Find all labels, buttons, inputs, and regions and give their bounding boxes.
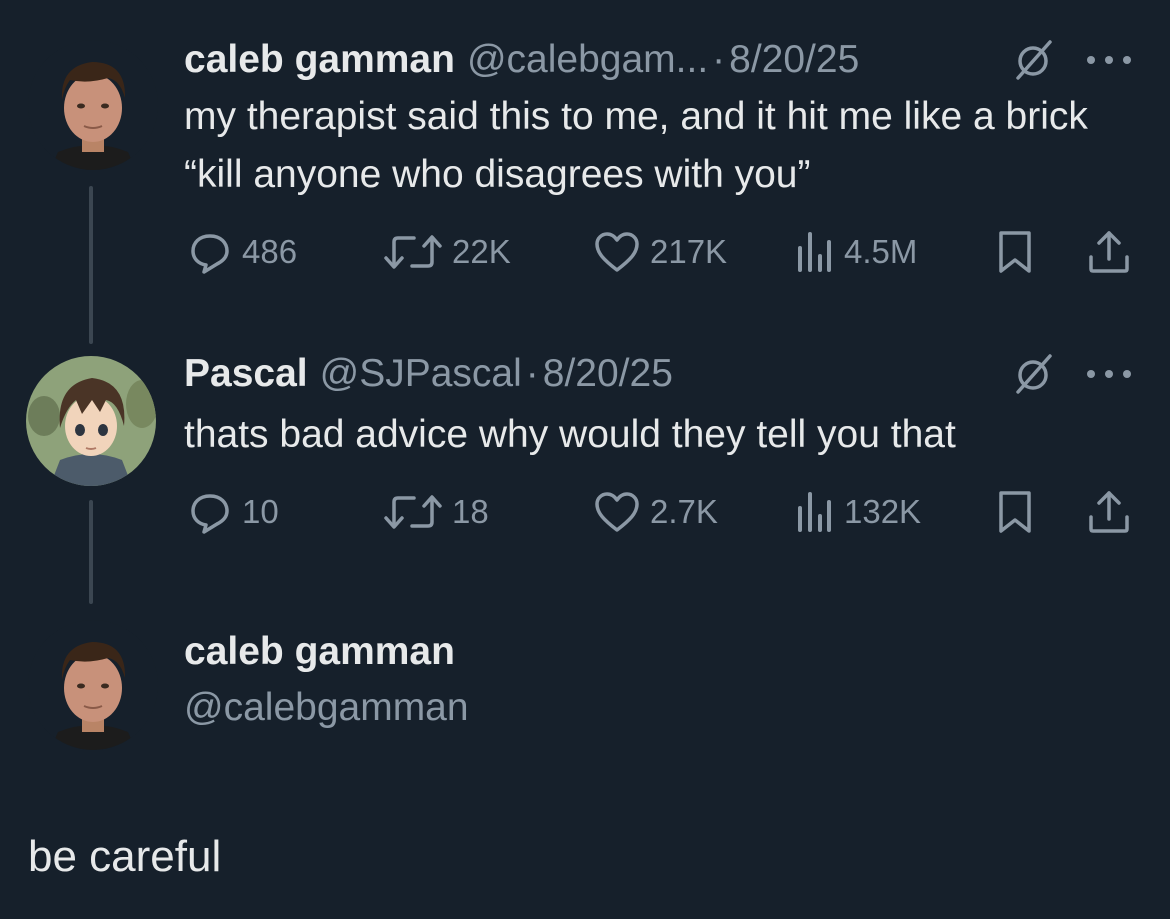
reply-count: 486 (242, 233, 298, 270)
retweet-count: 18 (452, 493, 489, 530)
grok-icon[interactable] (1012, 354, 1056, 394)
caleb-profile-avatar[interactable] (28, 620, 158, 750)
thread-line (89, 500, 93, 604)
retweet-button[interactable]: 18 (384, 490, 489, 534)
reply-button[interactable]: 10 (188, 490, 279, 534)
separator: · (712, 38, 726, 81)
like-count: 217K (650, 233, 728, 270)
tweet-date[interactable]: 8/20/25 (729, 36, 859, 84)
share-icon[interactable] (1086, 489, 1132, 535)
page: caleb gamman @calebgam... · 8/20/25 my t… (0, 0, 1170, 919)
retweet-button[interactable]: 22K (384, 230, 511, 274)
views-icon (798, 232, 831, 272)
reply-icon (191, 234, 229, 274)
reply-icon (191, 494, 229, 534)
tweet-header: Pascal @SJPascal · 8/20/25 (184, 350, 1134, 398)
bookmark-icon[interactable] (996, 229, 1034, 275)
thread-line (89, 186, 93, 344)
like-button[interactable]: 2.7K (594, 490, 718, 534)
author-handle[interactable]: @SJPascal (320, 350, 522, 398)
like-count: 2.7K (650, 493, 718, 530)
more-icon[interactable] (1084, 53, 1134, 67)
like-button[interactable]: 217K (594, 230, 727, 274)
heart-icon (595, 492, 639, 532)
views-count: 132K (844, 493, 922, 530)
retweet-icon (384, 235, 442, 269)
profile-name[interactable]: caleb gamman (184, 630, 455, 674)
tweet-1[interactable]: caleb gamman @calebgam... · 8/20/25 my t… (184, 36, 1134, 274)
views-button[interactable]: 4.5M (794, 230, 917, 274)
views-count: 4.5M (844, 233, 918, 270)
author-name[interactable]: Pascal (184, 350, 308, 398)
tweet-text: thats bad advice why would they tell you… (184, 413, 956, 456)
tweet-date[interactable]: 8/20/25 (543, 350, 673, 398)
grok-icon[interactable] (1012, 40, 1056, 80)
retweet-icon (384, 495, 442, 529)
more-icon[interactable] (1084, 367, 1134, 381)
bookmark-icon[interactable] (996, 489, 1034, 535)
reply-count: 10 (242, 493, 279, 530)
heart-icon (595, 232, 639, 272)
pascal-avatar[interactable] (26, 356, 156, 486)
tweet-text: my therapist said this to me, and it hit… (184, 95, 1088, 196)
profile-handle[interactable]: @calebgamman (184, 686, 469, 730)
retweet-count: 22K (452, 233, 511, 270)
author-handle[interactable]: @calebgam... (467, 36, 708, 84)
tweet-2[interactable]: Pascal @SJPascal · 8/20/25 thats bad adv… (184, 350, 1134, 534)
views-icon (798, 492, 831, 532)
reply-button[interactable]: 486 (188, 230, 297, 274)
caleb-avatar[interactable] (28, 40, 158, 170)
action-bar: 486 22K 217K 4.5M (184, 228, 1134, 276)
share-icon[interactable] (1086, 229, 1132, 275)
separator: · (525, 352, 539, 395)
author-name[interactable]: caleb gamman (184, 36, 455, 84)
action-bar: 10 18 2.7K 132K (184, 488, 1134, 536)
tweet-header: caleb gamman @calebgam... · 8/20/25 (184, 36, 1134, 84)
views-button[interactable]: 132K (794, 490, 921, 534)
caption-text: be careful (28, 832, 222, 881)
